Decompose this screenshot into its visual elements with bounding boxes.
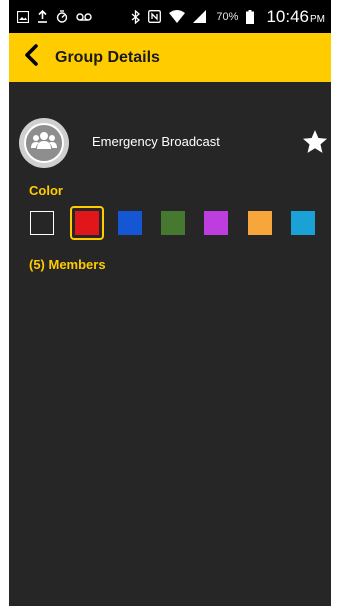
chevron-left-icon [23,44,39,71]
app-header: Group Details [9,33,331,82]
app-screen: 70% 10:46PM Group Details Emergency Broa… [9,0,331,606]
color-swatch-green[interactable] [161,211,185,235]
nfc-icon [148,10,162,23]
color-swatch-orange[interactable] [248,211,272,235]
voicemail-icon [76,12,92,22]
color-swatch-blue[interactable] [118,211,142,235]
signal-icon [193,10,207,23]
color-swatch-purple[interactable] [204,211,228,235]
group-info-row: Emergency Broadcast [19,118,328,168]
clock-ampm: PM [310,13,325,25]
upload-icon [37,10,48,23]
battery-percent: 70% [216,10,239,23]
group-people-icon [30,130,58,157]
image-icon [17,10,29,23]
group-name: Emergency Broadcast [92,134,220,149]
page-title: Group Details [55,48,160,66]
group-avatar [19,118,69,168]
color-swatch-white[interactable] [30,211,54,235]
color-swatch-cyan[interactable] [291,211,315,235]
bluetooth-icon [131,9,141,24]
clock-time: 10:46 [266,6,309,26]
back-button[interactable] [9,33,53,82]
timer-icon [56,10,68,23]
star-icon[interactable] [301,128,329,156]
wifi-icon [169,10,186,23]
color-section-label: Color [29,183,63,198]
color-swatch-red[interactable] [75,211,99,235]
battery-icon [246,9,255,24]
members-link[interactable]: (5) Members [29,257,106,272]
status-bar: 70% 10:46PM [9,0,331,33]
color-swatches [30,206,330,240]
